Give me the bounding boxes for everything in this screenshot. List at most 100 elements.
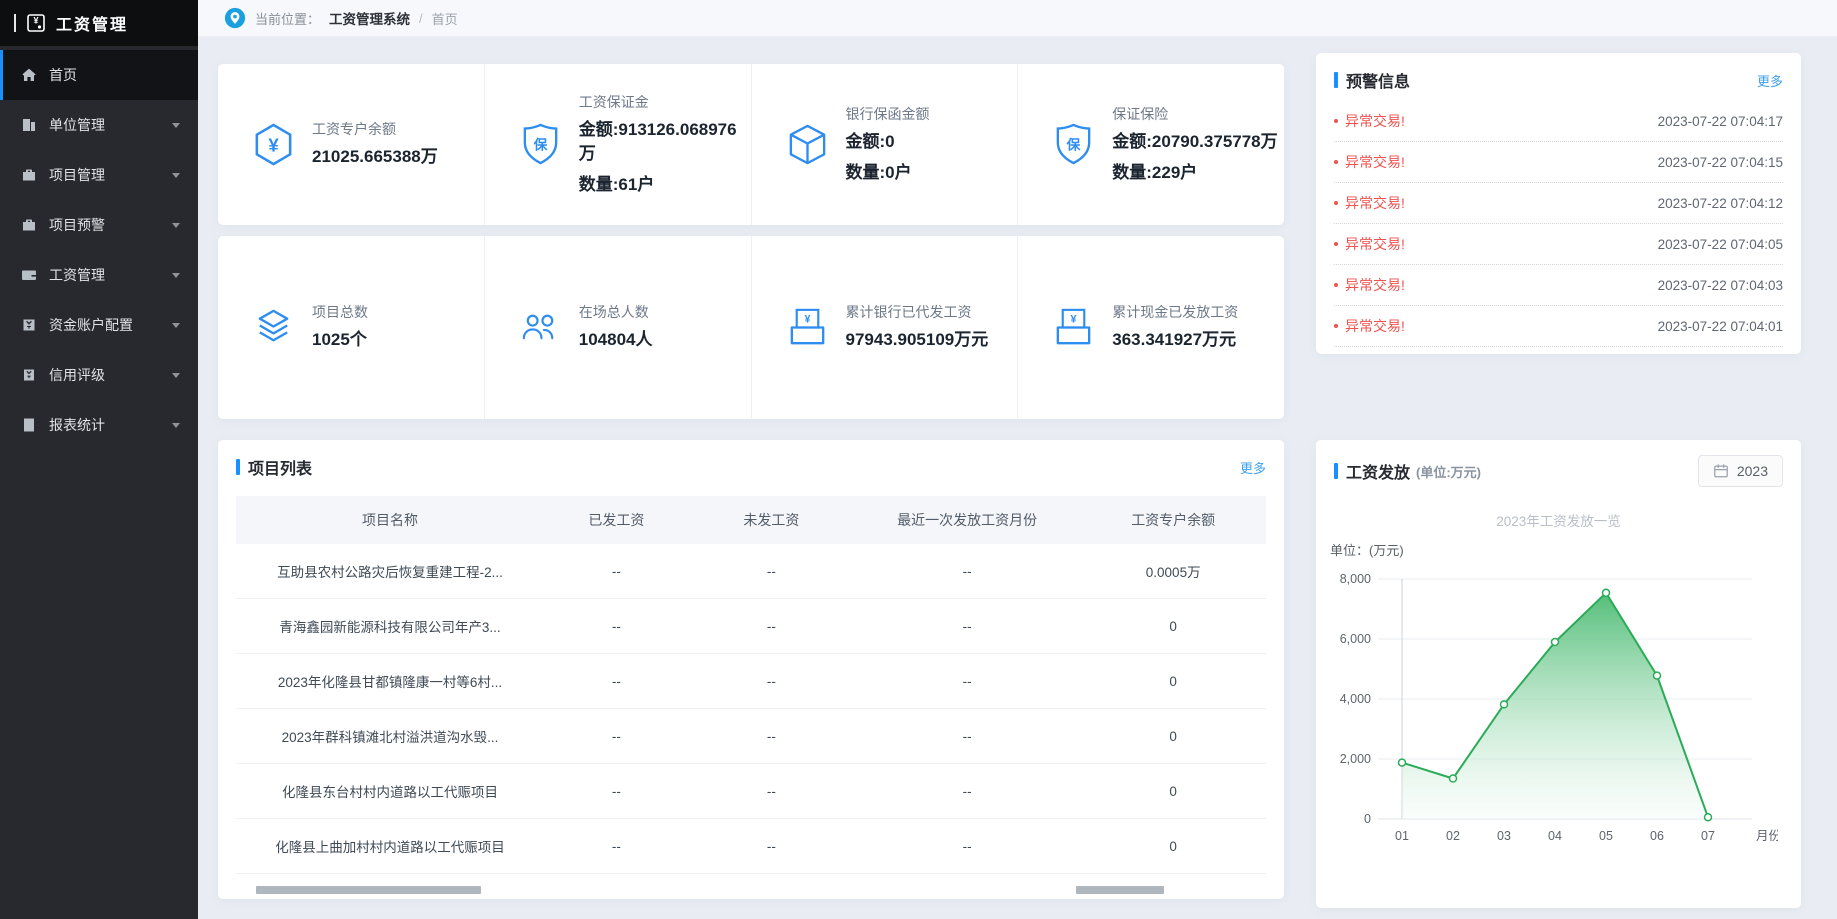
sidebar-item-label: 工资管理 [49,265,105,285]
warning-row[interactable]: 异常交易! 2023-07-22 07:04:05 [1334,224,1783,265]
breadcrumb-root[interactable]: 工资管理系统 [329,8,410,28]
sidebar-item-home[interactable]: 首页 [0,50,198,100]
warnings-title: 预警信息 [1346,68,1410,92]
warning-row[interactable]: 异常交易! 2023-07-22 07:04:12 [1334,183,1783,224]
stat-bank-paid-total: ¥ 累计银行已代发工资 97943.905109万元 [752,236,1019,419]
sidebar-item-fund-accounts[interactable]: 资金账户配置 [0,300,198,350]
table-row[interactable]: 互助县农村公路灾后恢复重建工程-2... -- -- -- 0.0005万 [236,544,1266,599]
stat-bank-guarantee: 银行保函金额 金额:0 数量:0户 [752,64,1019,225]
stat-title: 在场总人数 [579,302,653,322]
stat-title: 累计银行已代发工资 [846,302,989,322]
home-icon [20,67,37,84]
sidebar-item-salary[interactable]: 工资管理 [0,250,198,300]
warning-text: 异常交易! [1345,152,1405,172]
table-row[interactable]: 化隆县东台村村内道路以工代赈项目 -- -- -- 0 [236,764,1266,819]
cell-unpaid: -- [689,819,854,874]
report-icon [20,417,37,434]
stat-title: 累计现金已发放工资 [1112,302,1238,322]
credit-yen-icon [20,367,37,384]
stat-amount: 金额:20790.375778万 [1112,130,1277,155]
stat-title: 工资保证金 [579,92,751,112]
project-list-panel: 项目列表 更多 项目名称 已发工资 未发工资 最近一次发放工资月份 工资专户余额… [218,440,1284,899]
svg-text:¥: ¥ [33,16,38,26]
warning-text: 异常交易! [1345,275,1405,295]
sidebar-item-project-alerts[interactable]: 项目预警 [0,200,198,250]
warning-time: 2023-07-22 07:04:03 [1658,278,1783,293]
x-tick-label: 05 [1599,829,1613,843]
app-title: 工资管理 [56,11,128,35]
svg-text:¥: ¥ [1071,314,1077,326]
stat-value: 363.341927万元 [1112,328,1238,353]
stats-card-row2: 项目总数 1025个 在场总人数 104804人 ¥ [218,236,1284,419]
chevron-down-icon [172,373,180,378]
yen-hexagon-icon: ¥ [250,121,297,168]
cell-unpaid: -- [689,764,854,819]
chart-subtitle: 2023年工资发放一览 [1316,510,1801,530]
warning-row[interactable]: 异常交易! 2023-07-22 07:04:15 [1334,142,1783,183]
col-header-last-month: 最近一次发放工资月份 [854,496,1080,544]
bullet-icon [1334,324,1338,328]
stat-count: 数量:0户 [846,161,930,186]
table-row[interactable]: 2023年群科镇滩北村溢洪道沟水毁... -- -- -- 0 [236,709,1266,764]
cell-paid: -- [544,764,689,819]
cell-paid: -- [544,599,689,654]
location-pin-icon [224,7,246,29]
cell-project-name: 2023年化隆县甘都镇隆康一村等6村... [236,654,544,709]
x-axis-title: 月份 [1756,829,1778,843]
col-header-unpaid: 未发工资 [689,496,854,544]
sidebar: ¥ 工资管理 首页 单位管理 项目管理 项目 [0,0,198,919]
calendar-icon [1713,463,1729,479]
chevron-down-icon [172,173,180,178]
x-tick-label: 03 [1497,829,1511,843]
bullet-icon [1334,283,1338,287]
table-row[interactable]: 化隆县上曲加村村内道路以工代赈项目 -- -- -- 0 [236,819,1266,874]
cell-last-month: -- [854,764,1080,819]
layers-icon [250,304,297,351]
title-accent-bar [236,459,240,475]
cell-balance: 0.0005万 [1080,544,1266,599]
cell-unpaid: -- [689,654,854,709]
stat-value: 21025.665388万 [312,145,438,170]
sidebar-item-credit-rating[interactable]: 信用评级 [0,350,198,400]
sidebar-item-projects[interactable]: 项目管理 [0,150,198,200]
y-tick-label: 0 [1364,812,1371,826]
cell-balance: 0 [1080,654,1266,709]
chart-point [1705,814,1712,821]
chevron-down-icon [172,273,180,278]
sidebar-item-reports[interactable]: 报表统计 [0,400,198,450]
sidebar-item-label: 项目管理 [49,165,105,185]
stat-count: 数量:229户 [1112,161,1277,186]
table-row[interactable]: 2023年化隆县甘都镇隆康一村等6村... -- -- -- 0 [236,654,1266,709]
warning-row[interactable]: 异常交易! 2023-07-22 07:04:01 [1334,306,1783,347]
chevron-down-icon [172,123,180,128]
cell-project-name: 2023年群科镇滩北村溢洪道沟水毁... [236,709,544,764]
stat-salary-deposit: 保 工资保证金 金额:913126.068976万 数量:61户 [485,64,752,225]
y-tick-label: 2,000 [1340,752,1371,766]
cash-box-icon: ¥ [1050,304,1097,351]
stat-project-total: 项目总数 1025个 [218,236,485,419]
year-select[interactable]: 2023 [1698,455,1783,487]
warning-row[interactable]: 异常交易! 2023-07-22 07:04:17 [1334,101,1783,142]
chart-area: 02,0004,0006,0008,00001020304050607月份 [1316,561,1801,858]
stat-people-onsite: 在场总人数 104804人 [485,236,752,419]
project-list-more-link[interactable]: 更多 [1240,458,1266,477]
sidebar-item-label: 报表统计 [49,415,105,435]
breadcrumb-current[interactable]: 首页 [432,9,458,28]
cell-last-month: -- [854,819,1080,874]
cell-last-month: -- [854,709,1080,764]
cell-paid: -- [544,654,689,709]
stat-cash-paid-total: ¥ 累计现金已发放工资 363.341927万元 [1018,236,1284,419]
bullet-icon [1334,119,1338,123]
warning-row-clipped[interactable]: 异常交易! 2023-07-22 07:03:50 [1334,347,1783,354]
chart-point [1552,639,1559,646]
wallet-icon [20,267,37,284]
warning-row[interactable]: 异常交易! 2023-07-22 07:04:03 [1334,265,1783,306]
cell-paid: -- [544,544,689,599]
sidebar-item-units[interactable]: 单位管理 [0,100,198,150]
cell-project-name: 化隆县上曲加村村内道路以工代赈项目 [236,819,544,874]
bullet-icon [1334,201,1338,205]
dashboard-page: ¥ 工资管理 首页 单位管理 项目管理 项目 [0,0,1837,919]
cell-project-name: 青海鑫园新能源科技有限公司年产3... [236,599,544,654]
warnings-more-link[interactable]: 更多 [1757,71,1783,90]
table-row[interactable]: 青海鑫园新能源科技有限公司年产3... -- -- -- 0 [236,599,1266,654]
